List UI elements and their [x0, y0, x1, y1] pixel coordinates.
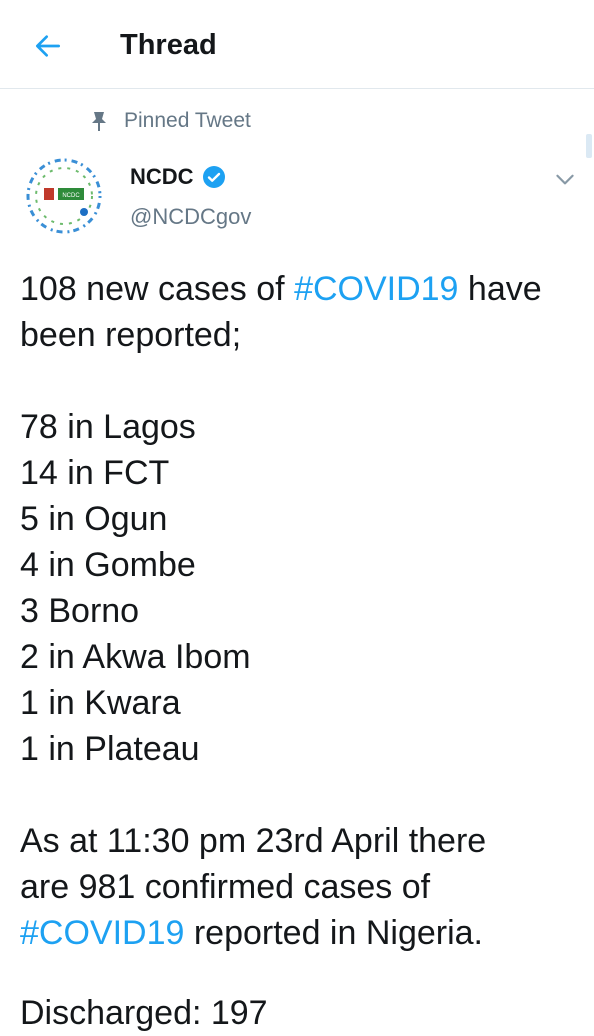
pinned-indicator: Pinned Tweet: [90, 108, 251, 134]
author-handle[interactable]: @NCDCgov: [130, 204, 251, 230]
chevron-down-icon[interactable]: [552, 166, 578, 192]
tweet-line: 3 Borno: [20, 592, 140, 630]
tweet-line: 78 in Lagos: [20, 408, 196, 446]
tweet-text: 108 new cases of #COVID19 have been repo…: [20, 266, 580, 956]
tweet-line: 14 in FCT: [20, 454, 170, 492]
tweet-line: 1 in Kwara: [20, 684, 181, 722]
hashtag-link[interactable]: #COVID19: [20, 914, 184, 952]
author-row: NCDC: [130, 164, 226, 190]
author-name[interactable]: NCDC: [130, 164, 194, 190]
verified-badge-icon: [202, 166, 225, 188]
tweet-line: #COVID19 reported in Nigeria.: [20, 914, 484, 952]
thread-header: Thread: [0, 0, 594, 89]
tweet-line: As at 11:30 pm 23rd April there: [20, 822, 487, 860]
arrow-left-icon: [36, 35, 60, 57]
tweet-line: are 981 confirmed cases of: [20, 868, 431, 906]
ncdc-logo: NCDC: [26, 158, 102, 234]
tweet-line: 1 in Plateau: [20, 730, 200, 768]
tweet-line-cut: Discharged: 197: [20, 994, 268, 1032]
tweet-line: 4 in Gombe: [20, 546, 196, 584]
tweet-line: 108 new cases of #COVID19 have: [20, 270, 542, 308]
hashtag-link[interactable]: #COVID19: [294, 270, 458, 308]
tweet-line: 2 in Akwa Ibom: [20, 638, 251, 676]
pinned-label: Pinned Tweet: [124, 109, 251, 132]
avatar[interactable]: NCDC: [18, 150, 110, 242]
svg-text:NCDC: NCDC: [62, 193, 80, 199]
pin-icon: [92, 112, 106, 131]
back-button[interactable]: [28, 26, 68, 66]
page-title: Thread: [120, 29, 217, 61]
tweet-line: 5 in Ogun: [20, 500, 168, 538]
scrollbar[interactable]: [586, 134, 592, 158]
tweet-line: been reported;: [20, 316, 242, 354]
